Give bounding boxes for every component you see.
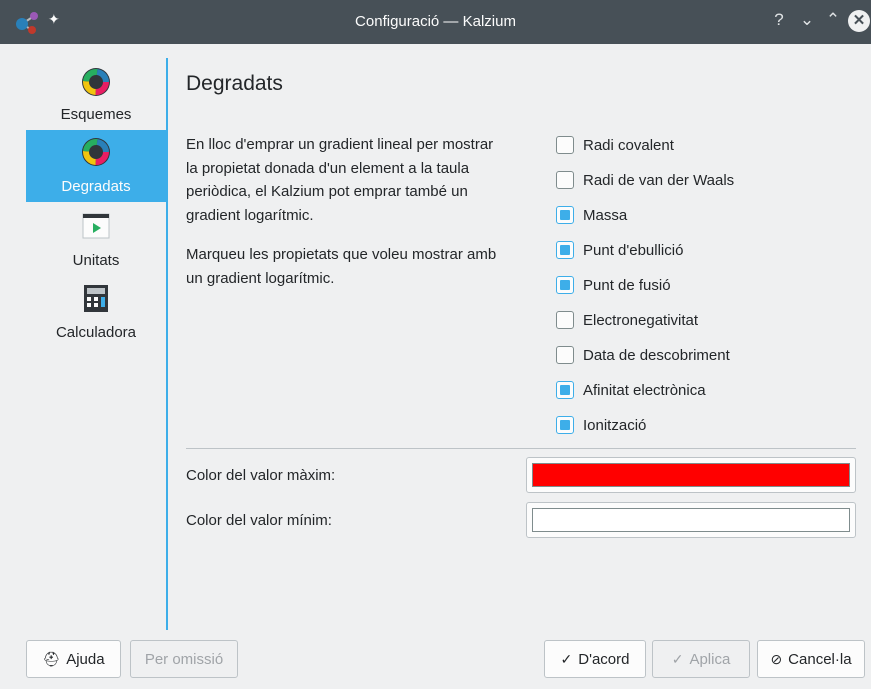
- checkbox-label: Afinitat electrònica: [583, 381, 706, 399]
- description-line: la propietat donada d'un element a la ta…: [186, 159, 470, 177]
- checkbox-punt-fusio[interactable]: Punt de fusió: [556, 273, 671, 297]
- minimize-icon[interactable]: ⌄: [796, 10, 818, 30]
- maximize-icon[interactable]: ⌃: [822, 10, 844, 30]
- color-wheel-icon: [82, 68, 110, 96]
- cancel-button[interactable]: ⊘ Cancel·la: [757, 640, 865, 678]
- help-button[interactable]: ⛑ Ajuda: [26, 640, 121, 678]
- max-color-button[interactable]: [526, 457, 856, 493]
- description-line: periòdica, el Kalzium pot emprar també u…: [186, 183, 468, 200]
- ok-button[interactable]: ✓ D'acord: [544, 640, 646, 678]
- checkbox-label: Data de descobriment: [583, 346, 730, 364]
- checkmark-icon: ✓: [671, 650, 684, 667]
- help-button-label: Ajuda: [66, 650, 105, 668]
- color-wheel-icon: [82, 138, 110, 166]
- sidebar-item-label: Calculadora: [55, 324, 137, 341]
- checkbox-box[interactable]: [556, 311, 574, 329]
- defaults-button-label: Per omissió: [144, 650, 224, 668]
- checkbox-massa[interactable]: Massa: [556, 203, 627, 227]
- settings-sidebar: Esquemes Degradats Unitats Calculadora: [26, 58, 166, 628]
- sidebar-item-unitats[interactable]: Unitats: [26, 204, 166, 276]
- description-line: En lloc d'emprar un gradient lineal per …: [186, 136, 494, 153]
- apply-button[interactable]: ✓ Aplica: [652, 640, 750, 678]
- close-icon[interactable]: ✕: [848, 10, 870, 32]
- min-color-swatch: [532, 508, 850, 532]
- ok-button-label: D'acord: [578, 650, 630, 668]
- checkbox-label: Ionització: [583, 416, 647, 434]
- checkbox-box[interactable]: [556, 346, 574, 364]
- checkbox-punt-ebullicio[interactable]: Punt d'ebullició: [556, 238, 683, 262]
- checkbox-electronegativitat[interactable]: Electronegativitat: [556, 308, 698, 332]
- checkbox-label: Radi de van der Waals: [583, 171, 735, 189]
- checkbox-label: Punt de fusió: [583, 276, 671, 294]
- checkbox-afinitat-electronica[interactable]: Afinitat electrònica: [556, 378, 706, 402]
- checkbox-radi-van-der-waals[interactable]: Radi de van der Waals: [556, 168, 734, 192]
- checkbox-label: Massa: [583, 206, 628, 224]
- checkbox-box[interactable]: [556, 171, 574, 189]
- instruction-paragraph: Marqueu les propietats que voleu mostrar…: [186, 243, 551, 290]
- description-paragraph: En lloc d'emprar un gradient lineal per …: [186, 133, 551, 227]
- checkmark-icon: ✓: [560, 650, 573, 667]
- checkbox-box[interactable]: [556, 276, 574, 294]
- checkbox-ionitzacio[interactable]: Ionització: [556, 413, 646, 437]
- sidebar-item-calculadora[interactable]: Calculadora: [26, 276, 166, 348]
- section-divider: [186, 448, 856, 449]
- checkbox-label: Radi covalent: [583, 136, 674, 154]
- checkbox-radi-covalent[interactable]: Radi covalent: [556, 133, 674, 157]
- play-window-icon: [82, 213, 110, 239]
- description-line: Marqueu les propietats que voleu mostrar…: [186, 246, 497, 263]
- checkbox-label: Punt d'ebullició: [583, 241, 684, 259]
- cancel-button-label: Cancel·la: [788, 650, 852, 668]
- calculator-icon: [84, 285, 108, 312]
- description-line: gradient logarítmic.: [186, 206, 314, 224]
- checkbox-label: Electronegativitat: [583, 311, 699, 329]
- help-icon[interactable]: ?: [768, 10, 790, 30]
- max-color-label: Color del valor màxim:: [186, 467, 336, 484]
- description-line: un gradient logarítmic.: [186, 269, 335, 287]
- checkbox-box[interactable]: [556, 206, 574, 224]
- checkbox-box[interactable]: [556, 381, 574, 399]
- defaults-button[interactable]: Per omissió: [130, 640, 238, 678]
- window-titlebar[interactable]: ✦ Configuració — Kalzium ? ⌄ ⌃ ✕: [0, 0, 871, 44]
- sidebar-item-label: Esquemes: [60, 106, 132, 123]
- sidebar-item-esquemes[interactable]: Esquemes: [26, 58, 166, 130]
- sidebar-item-label: Unitats: [72, 252, 120, 269]
- sidebar-item-label: Degradats: [61, 178, 131, 195]
- window-title: Configuració — Kalzium: [355, 13, 516, 30]
- lifebuoy-icon: ⛑: [42, 650, 61, 667]
- cancel-icon: ⊘: [770, 650, 783, 667]
- checkbox-box[interactable]: [556, 416, 574, 434]
- checkbox-data-descobriment[interactable]: Data de descobriment: [556, 343, 730, 367]
- max-color-swatch: [532, 463, 850, 487]
- checkbox-box[interactable]: [556, 136, 574, 154]
- page-title: Degradats: [186, 72, 283, 95]
- min-color-button[interactable]: [526, 502, 856, 538]
- sidebar-divider: [166, 58, 168, 630]
- sidebar-item-degradats[interactable]: Degradats: [26, 130, 166, 202]
- checkbox-box[interactable]: [556, 241, 574, 259]
- apply-button-label: Aplica: [689, 650, 731, 668]
- min-color-label: Color del valor mínim:: [186, 512, 332, 529]
